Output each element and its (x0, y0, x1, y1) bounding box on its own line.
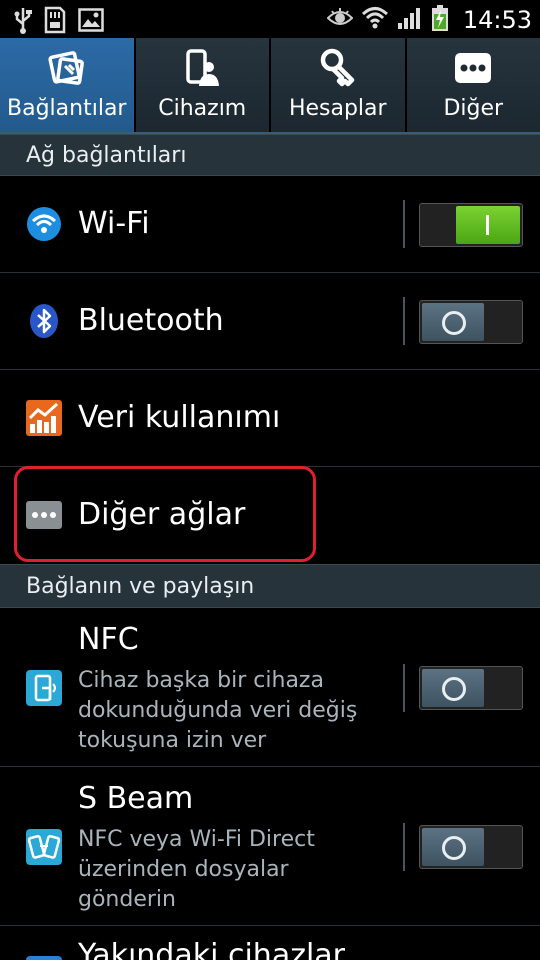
connections-icon (45, 46, 89, 90)
more-icon (451, 46, 495, 90)
nearby-devices-label: Yakındaki cihazlar (78, 938, 345, 960)
data-usage-icon (26, 400, 62, 436)
usb-icon (14, 6, 32, 38)
tab-connections[interactable]: Bağlantılar (0, 38, 136, 132)
nfc-icon (26, 670, 62, 706)
divider (403, 297, 405, 345)
bluetooth-label: Bluetooth (78, 303, 224, 338)
wifi-label: Wi-Fi (78, 206, 150, 241)
battery-charging-icon (431, 4, 449, 36)
toggle-knob (422, 669, 484, 707)
sbeam-description-line: üzerinden dosyalar (78, 857, 289, 882)
sd-card-icon (44, 6, 66, 38)
data-usage-row[interactable]: Veri kullanımı (0, 370, 540, 467)
bluetooth-row[interactable]: Bluetooth (0, 273, 540, 370)
toggle-knob (456, 206, 520, 244)
nfc-row[interactable]: NFC Cihaz başka bir cihaza dokunduğunda … (0, 608, 540, 767)
toggle-knob (422, 303, 484, 341)
eye-icon (326, 8, 354, 32)
tab-accounts[interactable]: Hesaplar (271, 38, 407, 132)
accounts-icon (316, 46, 360, 90)
section-header-network: Ağ bağlantıları (0, 134, 540, 176)
tab-label: Hesaplar (288, 96, 387, 121)
wifi-row[interactable]: Wi-Fi (0, 176, 540, 273)
clock: 14:53 (462, 6, 532, 34)
toggle-knob (422, 828, 484, 866)
divider (403, 823, 405, 871)
nfc-toggle[interactable] (419, 666, 523, 710)
bluetooth-icon (26, 303, 62, 339)
tab-more[interactable]: Diğer (406, 38, 540, 132)
divider (403, 200, 405, 248)
signal-icon (397, 6, 423, 34)
settings-tabs: Bağlantılar Cihazım Hesaplar Diğer (0, 38, 540, 134)
wifi-icon (26, 206, 62, 242)
nfc-description-line: Cihaz başka bir cihaza (78, 668, 324, 693)
tab-label: Cihazım (158, 96, 247, 121)
wifi-toggle[interactable] (419, 203, 523, 247)
tab-label: Diğer (443, 96, 504, 121)
nearby-devices-icon (26, 956, 62, 960)
section-header-connect-share: Bağlanın ve paylaşın (0, 564, 540, 608)
nearby-devices-row[interactable]: Yakındaki cihazlar (0, 926, 540, 960)
data-usage-label: Veri kullanımı (78, 400, 281, 435)
bluetooth-toggle[interactable] (419, 300, 523, 344)
highlight-box (14, 466, 316, 562)
nfc-description-line: tokuşuna izin ver (78, 728, 267, 753)
nfc-description-line: dokunduğunda veri değiş (78, 698, 358, 723)
sbeam-description-line: NFC veya Wi-Fi Direct (78, 827, 315, 852)
sbeam-row[interactable]: S Beam NFC veya Wi-Fi Direct üzerinden d… (0, 767, 540, 926)
nfc-label: NFC (78, 622, 139, 657)
sbeam-label: S Beam (78, 781, 194, 816)
status-bar: 14:53 (0, 0, 540, 38)
wifi-icon (361, 5, 389, 35)
tab-label: Bağlantılar (7, 96, 127, 121)
image-icon (78, 8, 104, 36)
tab-my-device[interactable]: Cihazım (135, 38, 271, 132)
sbeam-toggle[interactable] (419, 825, 523, 869)
my-device-icon (180, 46, 224, 90)
divider (403, 664, 405, 712)
sbeam-description-line: gönderin (78, 887, 176, 912)
sbeam-icon (26, 829, 62, 865)
